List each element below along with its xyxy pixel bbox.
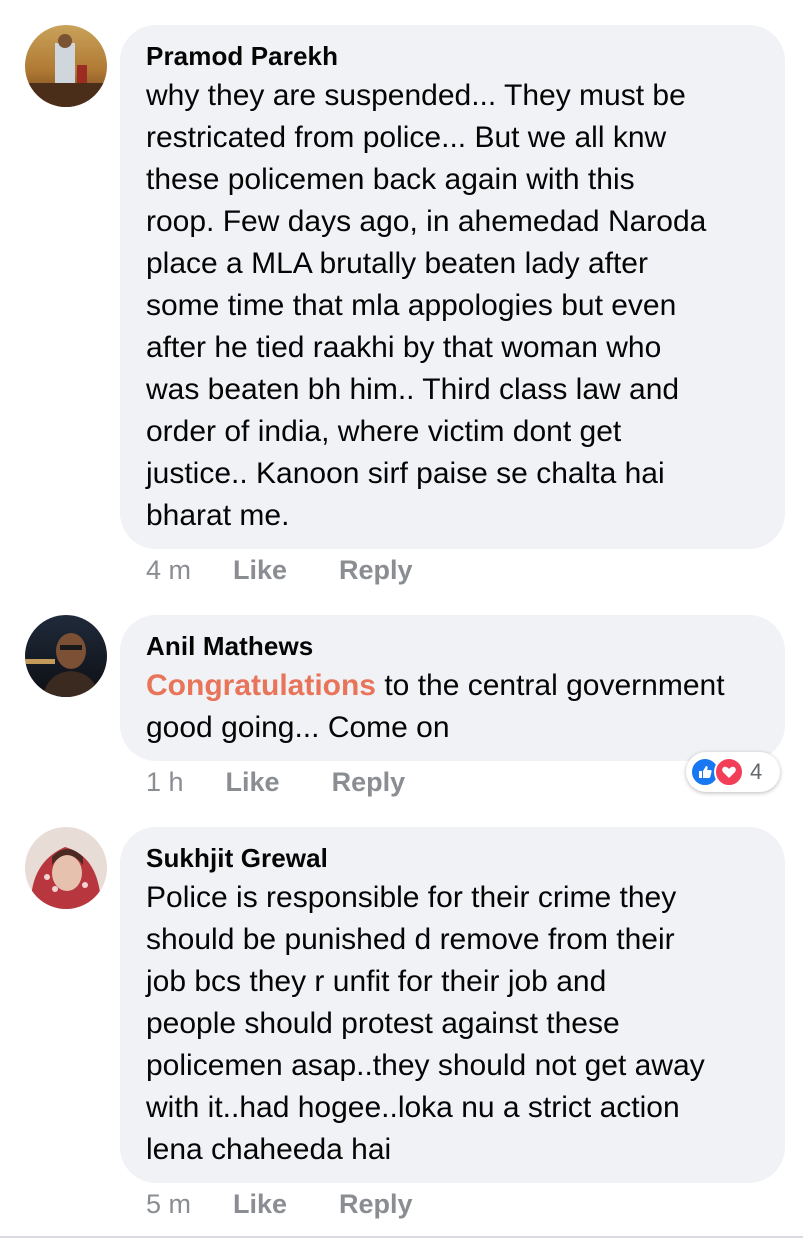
comment-text: Congratulations to the central governmen… xyxy=(146,665,759,749)
mention-link[interactable]: Congratulations xyxy=(146,669,376,702)
avatar-sukhjit-grewal[interactable] xyxy=(25,827,107,909)
comment-actions: 4 m Like Reply xyxy=(146,555,465,586)
comment-bubble: Pramod Parekh why they are suspended... … xyxy=(120,25,785,549)
avatar-photo-icon xyxy=(25,25,107,107)
comment-bubble: Anil Mathews Congratulations to the cent… xyxy=(120,615,785,761)
avatar-anil-mathews[interactable] xyxy=(25,615,107,697)
reply-button[interactable]: Reply xyxy=(339,555,413,586)
love-reaction-icon xyxy=(714,757,744,787)
comment-timestamp[interactable]: 4 m xyxy=(146,555,191,586)
comment-text: Police is responsible for their crime th… xyxy=(146,881,705,1166)
like-button[interactable]: Like xyxy=(233,1189,287,1220)
comment-timestamp[interactable]: 5 m xyxy=(146,1189,191,1220)
avatar-pramod-parekh[interactable] xyxy=(25,25,107,107)
comment-actions: 1 h Like Reply xyxy=(146,767,457,798)
like-button[interactable]: Like xyxy=(233,555,287,586)
like-button[interactable]: Like xyxy=(226,767,280,798)
comment-actions: 5 m Like Reply xyxy=(146,1189,465,1220)
reply-button[interactable]: Reply xyxy=(339,1189,413,1220)
comment-text: why they are suspended... They must be r… xyxy=(146,79,707,532)
reply-button[interactable]: Reply xyxy=(332,767,406,798)
comment-author[interactable]: Sukhjit Grewal xyxy=(146,841,759,875)
comments-thread: Pramod Parekh why they are suspended... … xyxy=(0,0,803,1238)
comment-timestamp[interactable]: 1 h xyxy=(146,767,184,798)
comment-author[interactable]: Anil Mathews xyxy=(146,629,759,663)
avatar-photo-icon xyxy=(25,615,107,697)
avatar-photo-icon xyxy=(25,827,107,909)
reaction-count: 4 xyxy=(750,759,763,784)
comment-bubble: Sukhjit Grewal Police is responsible for… xyxy=(120,827,785,1183)
reactions-summary[interactable]: 4 xyxy=(686,752,780,792)
comment-author[interactable]: Pramod Parekh xyxy=(146,39,759,73)
